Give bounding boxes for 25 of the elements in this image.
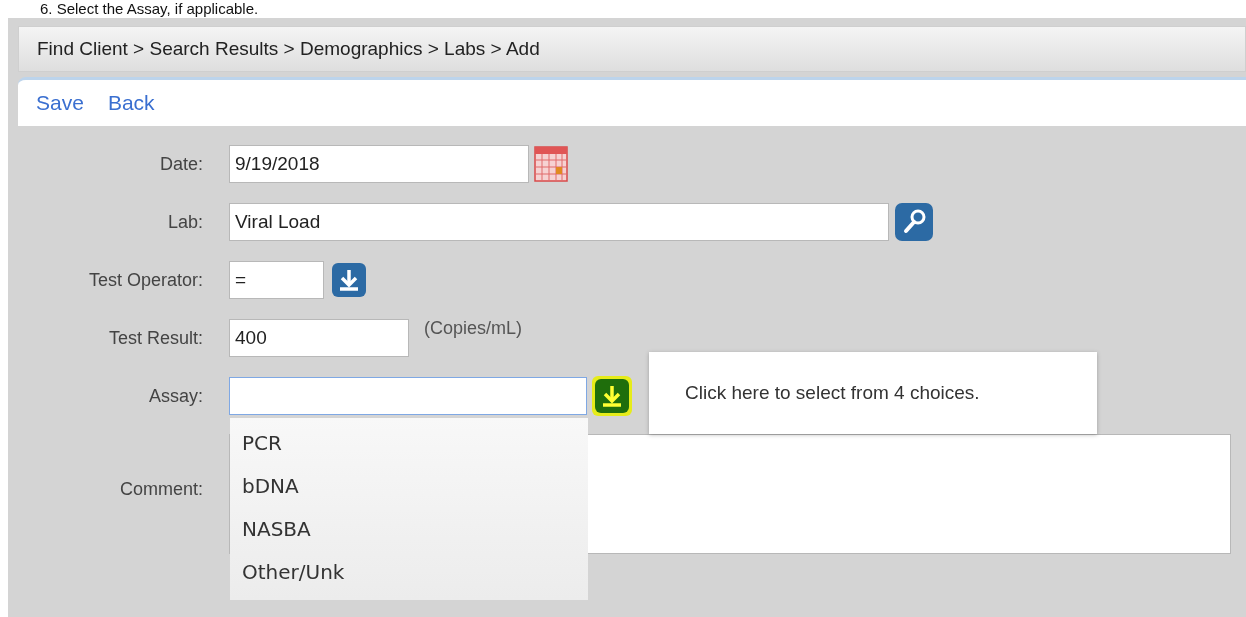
input-field[interactable]: = [229,261,324,299]
field-label: Date: [158,153,203,176]
field-label: Test Operator: [87,269,203,292]
download-icon[interactable] [329,260,369,300]
dropdown-option[interactable]: Other/Unk [230,551,588,594]
tooltip: Click here to select from 4 choices. [649,352,1097,434]
input-field[interactable]: Viral Load [229,203,889,241]
download-icon[interactable] [592,376,632,416]
field-label: Comment: [118,478,203,501]
search-icon[interactable] [894,202,934,242]
toolbar-button[interactable]: Back [95,87,167,119]
input-field[interactable]: 9/19/2018 [229,145,529,183]
instruction-text: 6. Select the Assay, if applicable. [39,0,260,18]
field-label: Test Result: [107,327,203,350]
dropdown-option[interactable]: NASBA [230,508,588,551]
input-field[interactable] [229,377,587,415]
toolbar-button[interactable]: Save [24,87,96,119]
breadcrumb-text: Find Client > Search Results > Demographics > Labs > Add [37,38,540,60]
calendar-icon[interactable] [534,146,568,182]
input-field[interactable]: 400 [229,319,409,357]
unit-label: (Copies/mL) [424,318,523,339]
dropdown-option[interactable]: bDNA [230,465,588,508]
field-label: Lab: [166,211,203,234]
dropdown-option[interactable]: PCR [230,422,588,465]
field-label: Assay: [147,385,203,408]
